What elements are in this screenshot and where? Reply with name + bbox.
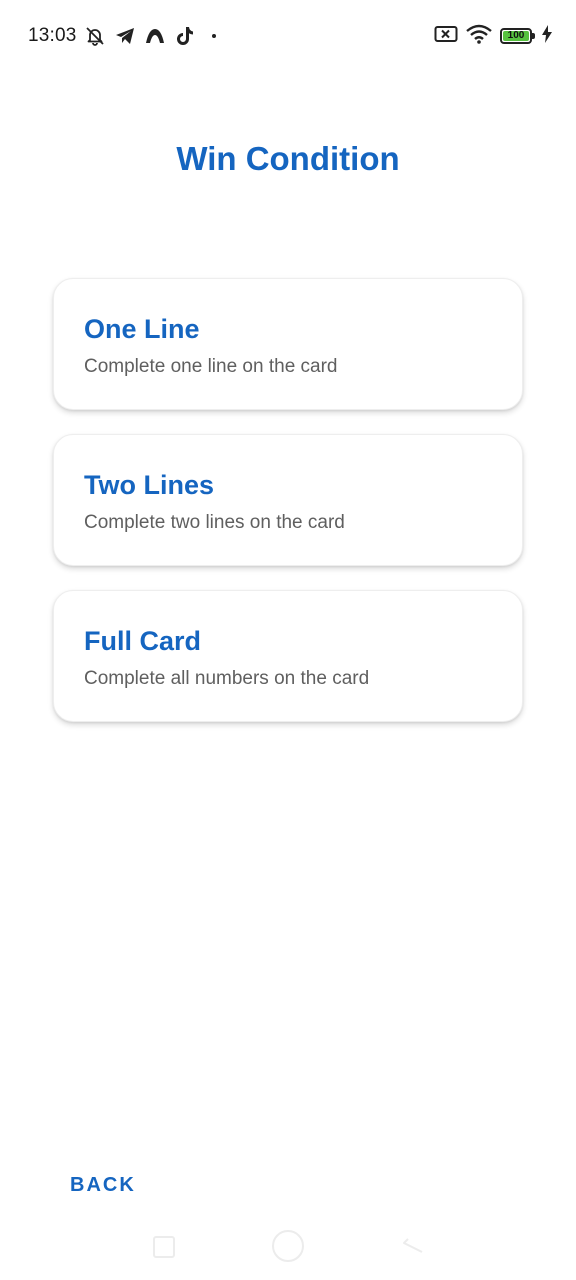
system-back-button[interactable]	[400, 1230, 426, 1256]
option-title: Full Card	[84, 626, 202, 656]
status-icons-left	[84, 24, 216, 48]
back-button[interactable]: BACK	[52, 1168, 154, 1203]
wifi-icon	[466, 24, 492, 49]
option-card-two-lines[interactable]: Two Lines Complete two lines on the card	[53, 434, 523, 566]
notification-dot	[212, 34, 216, 38]
option-description: Complete one line on the card	[84, 356, 338, 377]
battery-level: 100	[507, 30, 525, 41]
win-condition-options: One Line Complete one line on the card T…	[53, 278, 523, 746]
status-icons-right: 100	[434, 24, 552, 48]
battery-icon: 100	[500, 28, 535, 44]
option-description: Complete two lines on the card	[84, 512, 345, 533]
telegram-icon	[114, 25, 136, 47]
sim-icon	[434, 24, 458, 49]
recents-button[interactable]	[153, 1236, 175, 1258]
mute-icon	[84, 25, 106, 47]
page-title: Win Condition	[176, 140, 400, 177]
status-bar: 13:03 100	[0, 0, 576, 72]
option-card-full-card[interactable]: Full Card Complete all numbers on the ca…	[53, 590, 523, 722]
option-title: Two Lines	[84, 470, 215, 500]
status-time: 13:03	[28, 25, 77, 46]
tiktok-icon	[174, 25, 196, 47]
option-card-one-line[interactable]: One Line Complete one line on the card	[53, 278, 523, 410]
option-title: One Line	[84, 314, 200, 344]
app-icon	[144, 25, 166, 47]
home-button[interactable]	[272, 1230, 304, 1262]
option-description: Complete all numbers on the card	[84, 668, 370, 689]
charging-icon	[542, 24, 552, 48]
system-nav-bar	[0, 1220, 576, 1280]
